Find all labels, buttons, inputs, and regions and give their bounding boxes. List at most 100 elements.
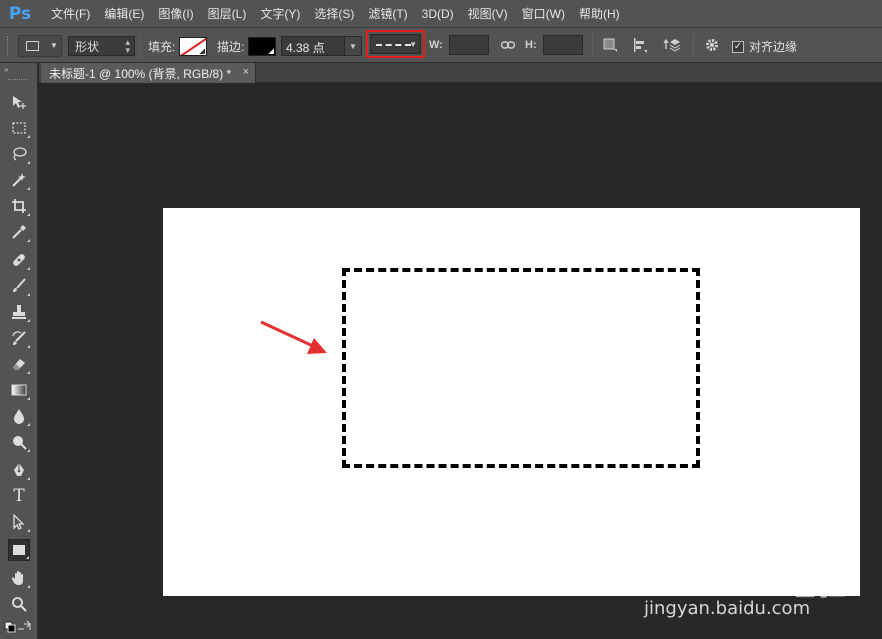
lasso-icon[interactable] <box>8 143 30 165</box>
align-edges-label: 对齐边缘 <box>749 40 798 54</box>
path-arrangement-icon[interactable] <box>661 34 683 56</box>
stroke-width-value: 4.38 点 <box>286 41 325 55</box>
eyedropper-icon[interactable] <box>8 221 30 243</box>
w-label: W: <box>429 39 443 51</box>
tool-submenu-icon <box>27 345 30 348</box>
divider <box>592 33 593 57</box>
document-tab-bar: 未标题-1 @ 100% (背景, RGB/8) * × <box>39 63 882 83</box>
menu-view[interactable]: 视图(V) <box>461 5 515 22</box>
up-down-arrows-icon: ▴ ▾ <box>125 37 130 55</box>
tool-submenu-icon <box>27 477 30 480</box>
stroke-width-field[interactable]: 4.38 点 ▼ <box>281 36 362 56</box>
crop-icon[interactable] <box>8 195 30 217</box>
watermark-url: jingyan.baidu.com <box>644 598 811 619</box>
menu-layer[interactable]: 图层(L) <box>201 5 254 22</box>
dashed-rectangle-shape[interactable] <box>342 268 700 468</box>
document-canvas[interactable] <box>163 208 860 596</box>
brush-icon[interactable] <box>8 275 30 297</box>
tool-submenu-icon <box>26 556 29 559</box>
tool-preset-picker[interactable]: ▼ <box>18 35 62 57</box>
rectangle-preset-icon <box>26 41 39 51</box>
stroke-label: 描边: <box>217 40 245 54</box>
menu-filter[interactable]: 滤镜(T) <box>361 5 414 22</box>
chevron-down-icon: ▼ <box>50 41 58 50</box>
document-tab[interactable]: 未标题-1 @ 100% (背景, RGB/8) * × <box>41 63 256 83</box>
eraser-icon[interactable] <box>8 353 30 375</box>
align-edges-checkbox[interactable]: ✓ <box>732 40 744 53</box>
tool-submenu-icon <box>27 239 30 242</box>
chevron-down-icon[interactable]: ▼ <box>344 37 361 55</box>
menu-image[interactable]: 图像(I) <box>151 5 200 22</box>
stroke-type-picker[interactable]: ▼ <box>366 30 425 58</box>
tool-submenu-icon <box>27 267 30 270</box>
h-label: H: <box>525 39 537 51</box>
tool-submenu-icon <box>27 397 30 400</box>
collapse-panel-icon[interactable]: » <box>4 65 9 74</box>
photoshop-window: Ps 文件(F) 编辑(E) 图像(I) 图层(L) 文字(Y) 选择(S) 滤… <box>0 0 882 639</box>
tool-submenu-icon <box>27 371 30 374</box>
tools-panel-grip[interactable] <box>8 79 28 82</box>
menu-3d[interactable]: 3D(D) <box>415 7 461 21</box>
path-alignment-icon[interactable] <box>629 34 651 56</box>
hand-icon[interactable] <box>8 567 30 589</box>
h-field[interactable] <box>542 35 583 55</box>
divider <box>140 34 141 58</box>
stroke-type-select[interactable]: ▼ <box>370 34 421 54</box>
tool-submenu-icon <box>27 161 30 164</box>
width-group: W: <box>429 35 489 55</box>
fill-group: 填充: <box>148 37 208 56</box>
magic-wand-icon[interactable] <box>8 169 30 191</box>
fill-label: 填充: <box>148 40 176 54</box>
path-selection-icon[interactable] <box>8 511 30 533</box>
menu-help[interactable]: 帮助(H) <box>572 5 627 22</box>
document-tab-title: 未标题-1 @ 100% (背景, RGB/8) * <box>49 66 232 81</box>
menu-window[interactable]: 窗口(W) <box>515 5 572 22</box>
tool-submenu-icon <box>27 135 30 138</box>
canvas-workspace[interactable] <box>39 84 882 639</box>
menu-file[interactable]: 文件(F) <box>44 5 97 22</box>
move-icon[interactable] <box>8 91 30 113</box>
arrow-shaft <box>260 320 314 348</box>
zoom-icon[interactable] <box>8 593 30 615</box>
tools-panel: » T <box>0 63 38 639</box>
tool-submenu-icon <box>27 293 30 296</box>
healing-brush-icon[interactable] <box>8 249 30 271</box>
tool-submenu-icon <box>27 423 30 426</box>
marquee-icon[interactable] <box>8 117 30 139</box>
close-icon[interactable]: × <box>243 66 249 78</box>
menu-bar: Ps 文件(F) 编辑(E) 图像(I) 图层(L) 文字(Y) 选择(S) 滤… <box>0 0 882 27</box>
rectangle-icon[interactable] <box>8 539 30 561</box>
clone-stamp-icon[interactable] <box>8 301 30 323</box>
align-edges-group: ✓ 对齐边缘 <box>732 38 797 55</box>
dashed-line-icon <box>376 44 411 46</box>
path-operations-icon[interactable] <box>599 34 621 56</box>
dodge-icon[interactable] <box>8 431 30 453</box>
history-brush-icon[interactable] <box>8 327 30 349</box>
height-group: H: <box>525 35 583 55</box>
swatch-dropdown-icon <box>268 48 275 54</box>
tool-submenu-icon <box>27 213 30 216</box>
color-swatches-icon[interactable] <box>4 617 34 639</box>
menu-edit[interactable]: 编辑(E) <box>97 5 151 22</box>
gear-icon[interactable] <box>701 34 723 56</box>
tool-submenu-icon <box>27 585 30 588</box>
tool-mode-value: 形状 <box>75 39 100 54</box>
options-bar-grip[interactable] <box>7 36 10 56</box>
link-icon[interactable] <box>497 34 519 56</box>
w-field[interactable] <box>448 35 489 55</box>
menu-select[interactable]: 选择(S) <box>307 5 361 22</box>
blur-icon[interactable] <box>8 405 30 427</box>
gradient-icon[interactable] <box>8 379 30 401</box>
tool-submenu-icon <box>27 449 30 452</box>
pen-icon[interactable] <box>8 459 30 481</box>
type-icon[interactable]: T <box>8 485 30 507</box>
chevron-down-icon: ▼ <box>409 40 417 49</box>
fill-swatch[interactable] <box>179 37 208 56</box>
menu-type[interactable]: 文字(Y) <box>253 5 307 22</box>
stroke-group: 描边: <box>217 37 277 56</box>
tool-submenu-icon <box>27 319 30 322</box>
red-arrow-annotation <box>260 320 327 354</box>
tool-mode-select[interactable]: 形状 ▴ ▾ <box>68 36 135 56</box>
stroke-swatch[interactable] <box>248 37 277 56</box>
watermark: Baidu经验 jingyan.baidu.com <box>644 560 864 630</box>
